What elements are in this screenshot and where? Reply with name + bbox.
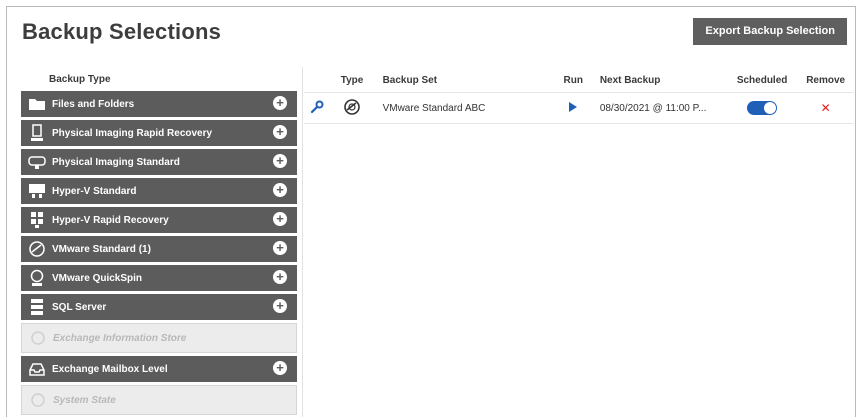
backup-set-name: VMware Standard ABC	[382, 102, 486, 114]
backup-type-vmware-standard[interactable]: VMware Standard (1) +	[21, 236, 297, 262]
edit-wrench-icon[interactable]	[304, 100, 332, 117]
column-backup-set: Backup Set	[382, 74, 438, 86]
backup-selections-panel: Backup Selections Export Backup Selectio…	[6, 6, 856, 417]
backup-type-label: System State	[53, 394, 116, 406]
backup-type-label: VMware Standard (1)	[52, 243, 151, 255]
database-icon	[28, 298, 46, 316]
backup-type-exchange-information-store: Exchange Information Store	[21, 323, 297, 353]
column-scheduled: Scheduled	[736, 74, 788, 86]
backup-type-system-state: System State	[21, 385, 297, 415]
add-icon[interactable]: +	[273, 270, 287, 284]
add-icon[interactable]: +	[273, 183, 287, 197]
backup-type-hyper-v-rapid-recovery[interactable]: Hyper-V Rapid Recovery +	[21, 207, 297, 233]
disk-image-icon	[28, 153, 46, 171]
add-icon[interactable]: +	[273, 125, 287, 139]
backup-type-vmware-quickspin[interactable]: VMware QuickSpin +	[21, 265, 297, 291]
backup-type-label: Physical Imaging Standard	[52, 156, 180, 168]
backup-type-exchange-mailbox-level[interactable]: Exchange Mailbox Level +	[21, 356, 297, 382]
export-backup-selection-button[interactable]: Export Backup Selection	[693, 18, 847, 45]
backup-type-label: Exchange Mailbox Level	[52, 363, 168, 375]
backup-type-label: Files and Folders	[52, 98, 135, 110]
backup-type-physical-imaging-rapid-recovery[interactable]: Physical Imaging Rapid Recovery +	[21, 120, 297, 146]
column-remove: Remove	[806, 74, 846, 86]
add-icon[interactable]: +	[273, 361, 287, 375]
backup-type-label: Exchange Information Store	[53, 332, 187, 344]
table-row: VMware Standard ABC 08/30/2021 @ 11:00 P…	[304, 92, 854, 124]
add-icon[interactable]: +	[273, 299, 287, 313]
system-state-icon	[29, 391, 47, 409]
backup-type-label: Physical Imaging Rapid Recovery	[52, 127, 213, 139]
page-title: Backup Selections	[22, 19, 222, 44]
column-next-backup: Next Backup	[599, 74, 661, 86]
backup-type-label: SQL Server	[52, 301, 107, 313]
add-icon[interactable]: +	[273, 212, 287, 226]
folder-icon	[28, 95, 46, 113]
exchange-store-icon	[29, 329, 47, 347]
vmware-icon	[28, 240, 46, 258]
play-icon	[569, 101, 578, 112]
server-rapid-icon	[28, 124, 46, 142]
backup-type-hyper-v-standard[interactable]: Hyper-V Standard +	[21, 178, 297, 204]
hyperv-rapid-icon	[28, 211, 46, 229]
add-icon[interactable]: +	[273, 154, 287, 168]
remove-button[interactable]: ✕	[797, 101, 854, 115]
hyperv-icon	[28, 182, 46, 200]
backup-type-label: VMware QuickSpin	[52, 272, 143, 284]
mailbox-icon	[28, 360, 46, 378]
vmware-icon	[332, 98, 373, 119]
scheduled-toggle[interactable]	[727, 101, 797, 115]
backup-selections-table: Type Backup Set Run Next Backup Schedule…	[304, 68, 854, 124]
run-button[interactable]	[555, 101, 592, 115]
backup-type-sql-server[interactable]: SQL Server +	[21, 294, 297, 320]
column-type: Type	[340, 74, 364, 86]
table-header: Type Backup Set Run Next Backup Schedule…	[304, 68, 854, 92]
add-icon[interactable]: +	[273, 241, 287, 255]
backup-type-label: Hyper-V Rapid Recovery	[52, 214, 169, 226]
backup-type-physical-imaging-standard[interactable]: Physical Imaging Standard +	[21, 149, 297, 175]
backup-type-label: Hyper-V Standard	[52, 185, 137, 197]
add-icon[interactable]: +	[273, 96, 287, 110]
backup-type-list: Backup Type Files and Folders + Physical…	[21, 68, 297, 418]
column-run: Run	[563, 74, 583, 86]
column-divider	[302, 67, 303, 417]
vmware-quickspin-icon	[28, 269, 46, 287]
next-backup-value: 08/30/2021 @ 11:00 P...	[599, 102, 707, 114]
backup-type-files-and-folders[interactable]: Files and Folders +	[21, 91, 297, 117]
close-icon: ✕	[820, 101, 831, 115]
backup-type-heading: Backup Type	[49, 74, 111, 85]
